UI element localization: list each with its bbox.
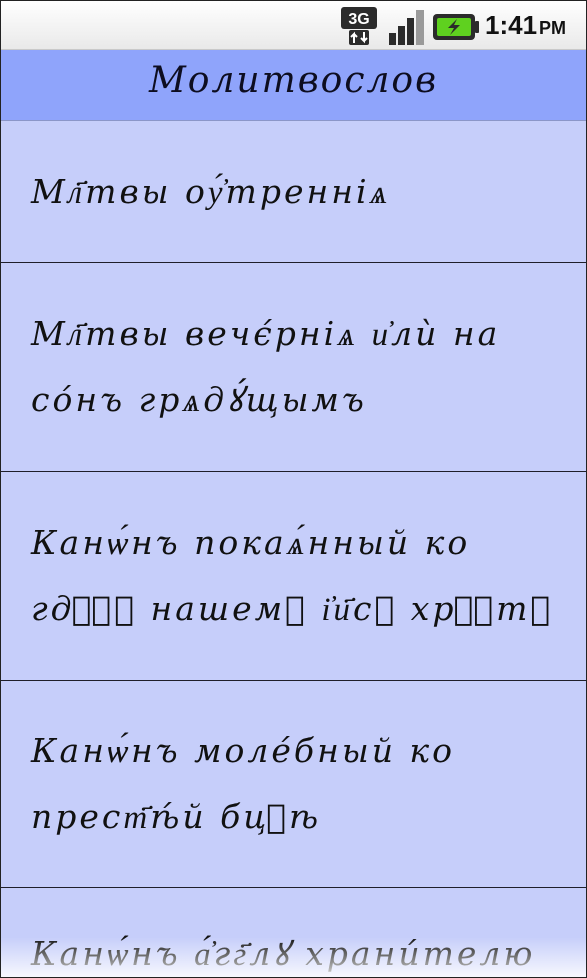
- prayer-list: Мл҃твы оу҆́тренніѧ Мл҃твы вечє́рніѧ и҆лѝ…: [1, 121, 586, 977]
- list-item-label: Канѡ́нъ а҆́гг҃лꙋ храни́телю: [31, 934, 536, 973]
- status-bar: 3G 1:41 PM: [1, 1, 586, 50]
- list-item-supplicatory-canon[interactable]: Канѡ́нъ моле́бный ко прест҃ѣ́й бцⷣѣ: [1, 681, 586, 888]
- app-title: Молитвослов: [148, 60, 439, 101]
- list-item-label: Мл҃твы вечє́рніѧ и҆лѝ на со́нъ грѧдꙋ́щым…: [31, 314, 501, 419]
- app-title-bar: Молитвослов: [1, 50, 586, 121]
- screen-frame: 3G 1:41 PM Молитвослов Мл҃твы оу҆́тренніѧ: [0, 0, 587, 978]
- list-item-evening-prayers[interactable]: Мл҃твы вечє́рніѧ и҆лѝ на со́нъ грѧдꙋ́щым…: [1, 263, 586, 472]
- list-item-label: Мл҃твы оу҆́тренніѧ: [31, 171, 391, 211]
- list-item-morning-prayers[interactable]: Мл҃твы оу҆́тренніѧ: [1, 121, 586, 263]
- signal-bars-icon: [389, 10, 424, 45]
- svg-text:3G: 3G: [348, 11, 369, 28]
- status-clock: 1:41 PM: [485, 10, 566, 41]
- network-3g-icon: 3G: [341, 7, 377, 45]
- battery-charging-icon: [433, 14, 479, 40]
- clock-ampm: PM: [539, 18, 567, 38]
- list-item-guardian-angel-canon[interactable]: Канѡ́нъ а҆́гг҃лꙋ храни́телю: [1, 888, 586, 977]
- list-item-label: Канѡ́нъ покаѧ́нный ко гдⷭ҇ꙋ нашемꙋ і҆и҃с…: [31, 523, 554, 628]
- list-item-penitential-canon[interactable]: Канѡ́нъ покаѧ́нный ко гдⷭ҇ꙋ нашемꙋ і҆и҃с…: [1, 472, 586, 681]
- list-item-label: Канѡ́нъ моле́бный ко прест҃ѣ́й бцⷣѣ: [31, 731, 456, 836]
- clock-time: 1:41: [485, 10, 538, 40]
